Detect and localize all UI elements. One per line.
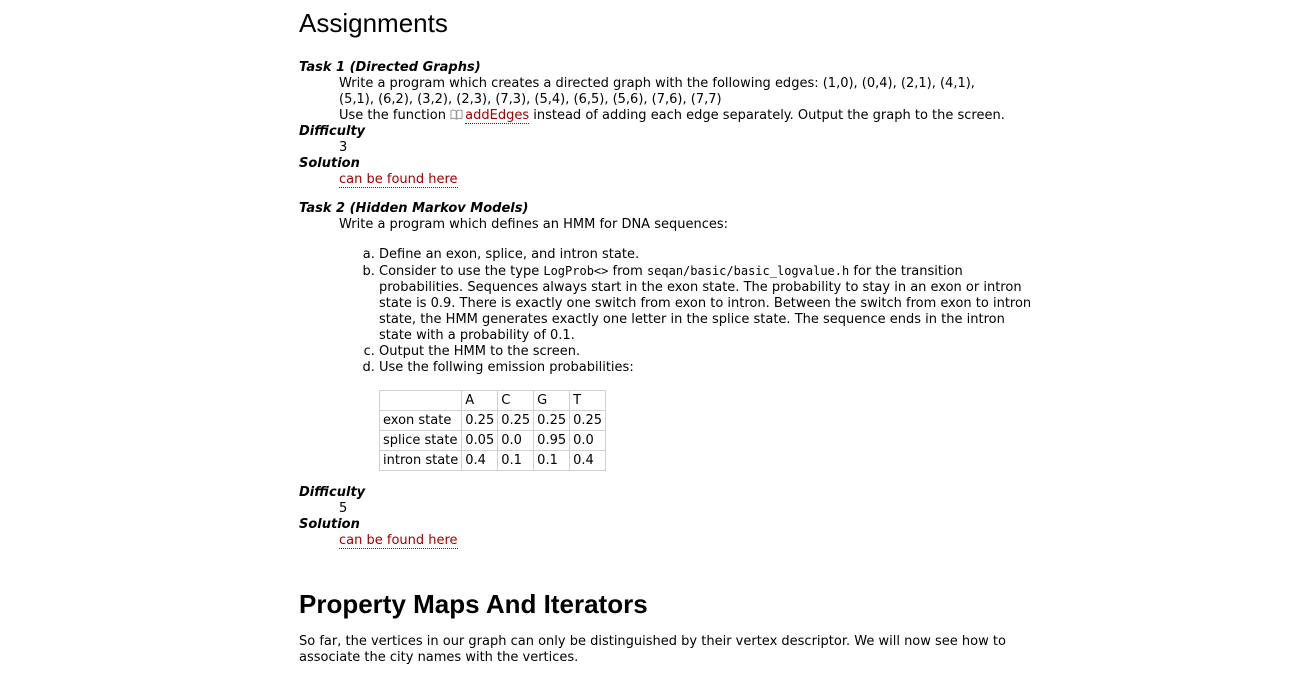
table-cell: 0.25 — [497, 410, 535, 431]
table-cell: splice state — [378, 430, 463, 451]
task1-block: Task 1 (Directed Graphs) Write a program… — [299, 60, 1039, 188]
document-content: Assignments Task 1 (Directed Graphs) Wri… — [299, 6, 1039, 666]
task2-steps-list: Define an exon, splice, and intron state… — [339, 247, 1039, 471]
task2-solution-label: Solution — [299, 517, 360, 532]
task1-desc-line1: Write a program which creates a directed… — [339, 76, 975, 91]
emission-table: A C G T exon state 0.25 0.25 0.25 0.25 s… — [378, 390, 607, 471]
task2-difficulty-value: 5 — [339, 501, 348, 516]
section2-paragraph: So far, the vertices in our graph can on… — [299, 634, 1006, 665]
task2-block: Task 2 (Hidden Markov Models) Write a pr… — [299, 201, 1039, 549]
table-cell: 0.0 — [569, 430, 607, 451]
task1-solution-label: Solution — [299, 156, 360, 171]
table-header-cell: T — [569, 390, 607, 411]
task2-desc: Write a program which defines an HMM for… — [339, 217, 729, 232]
section2-title: Property Maps And Iterators — [299, 589, 648, 619]
task2-solution: can be found here — [339, 533, 1039, 549]
table-header-cell: C — [497, 390, 535, 411]
logvalue-path-code: seqan/basic/basic_logvalue.h — [646, 264, 850, 278]
table-row: exon state 0.25 0.25 0.25 0.25 — [378, 410, 607, 431]
table-cell: 0.4 — [461, 450, 499, 471]
table-header-cell — [378, 390, 463, 411]
task2-item-d: Use the follwing emission probabilities:… — [378, 360, 1039, 471]
task1-title: Task 1 (Directed Graphs) — [299, 60, 481, 75]
task1-desc-line3: Use the function addEdges instead of add… — [339, 108, 1005, 124]
addedges-link[interactable]: addEdges — [465, 108, 530, 124]
table-cell: 0.25 — [569, 410, 607, 431]
task2-title: Task 2 (Hidden Markov Models) — [299, 201, 529, 216]
table-cell: 0.95 — [533, 430, 571, 451]
task1-solution-link[interactable]: can be found here — [339, 172, 458, 188]
task1-desc-line2: (5,1), (6,2), (3,2), (2,3), (7,3), (5,4)… — [339, 92, 722, 107]
table-cell: 0.0 — [497, 430, 535, 451]
table-cell: exon state — [378, 410, 463, 431]
task1-difficulty-label: Difficulty — [299, 124, 366, 139]
table-cell: 0.25 — [461, 410, 499, 431]
task2-item-a: Define an exon, splice, and intron state… — [379, 247, 1039, 263]
task1-description: Write a program which creates a directed… — [339, 76, 1039, 124]
task2-item-b: Consider to use the type LogProb<> from … — [379, 263, 1039, 344]
task1-solution: can be found here — [339, 172, 1039, 188]
section-title: Assignments — [299, 8, 448, 38]
task2-solution-link[interactable]: can be found here — [339, 533, 458, 549]
table-cell: 0.1 — [497, 450, 535, 471]
table-header-cell: G — [533, 390, 571, 411]
table-row: splice state 0.05 0.0 0.95 0.0 — [378, 430, 607, 451]
task2-description: Write a program which defines an HMM for… — [339, 217, 1039, 471]
table-cell: 0.1 — [533, 450, 571, 471]
task2-difficulty-label: Difficulty — [299, 485, 366, 500]
task1-difficulty-value: 3 — [339, 140, 348, 155]
table-header-cell: A — [461, 390, 499, 411]
table-cell: intron state — [378, 450, 463, 471]
task2-item-c: Output the HMM to the screen. — [379, 344, 1039, 360]
book-icon — [450, 109, 463, 120]
table-row: intron state 0.4 0.1 0.1 0.4 — [378, 450, 607, 471]
logprob-code: LogProb<> — [543, 264, 609, 278]
table-cell: 0.05 — [461, 430, 499, 451]
table-cell: 0.4 — [569, 450, 607, 471]
table-header-row: A C G T — [378, 390, 607, 411]
table-cell: 0.25 — [533, 410, 571, 431]
